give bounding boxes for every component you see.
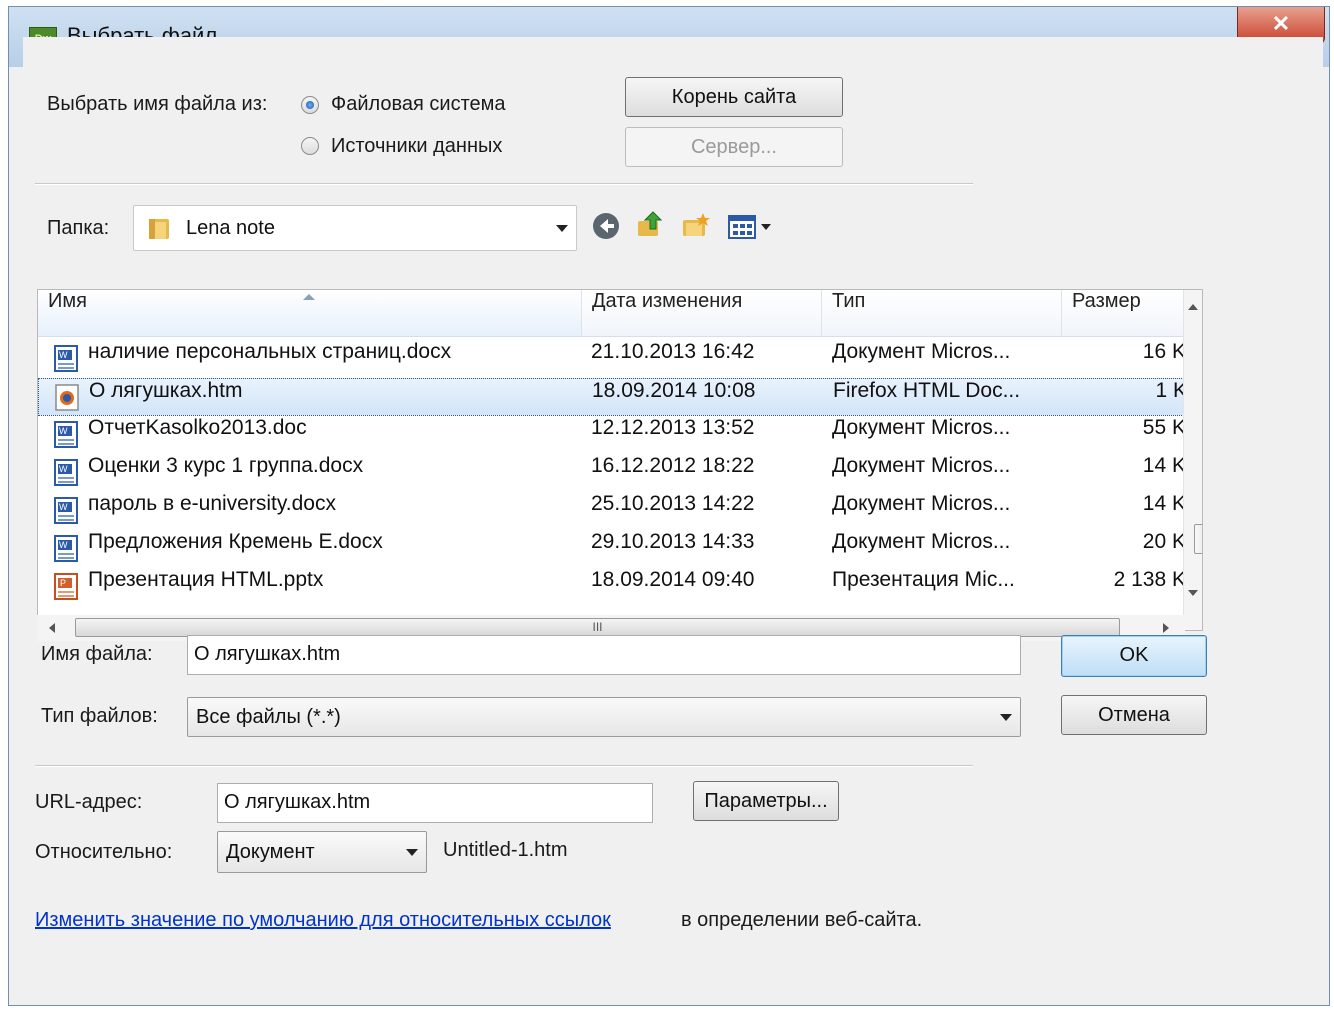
folder-label: Папка: [47,217,110,239]
url-label: URL-адрес: [35,791,143,813]
file-type: Документ Micros... [832,492,1011,515]
params-button[interactable]: Параметры... [693,781,839,821]
site-root-button[interactable]: Корень сайта [625,77,843,117]
filename-input[interactable]: О лягушках.htm [187,635,1021,675]
column-header-date[interactable]: Дата изменения [582,290,822,336]
column-header-type[interactable]: Тип [822,290,1062,336]
scroll-right-icon[interactable] [1163,623,1171,633]
file-date: 29.10.2013 14:33 [591,530,755,553]
dialog-body: Выбрать имя файла из: Файловая система И… [23,37,1323,999]
server-button[interactable]: Сервер... [625,127,843,167]
cancel-button[interactable]: Отмена [1061,695,1207,735]
file-row[interactable]: W Предложения Кремень Е.docx 29.10.2013 … [38,530,1186,568]
file-name: Оценки 3 курс 1 группа.docx [88,454,364,477]
file-type: Документ Micros... [832,340,1011,363]
file-list[interactable]: Имя Дата изменения Тип Размер W наличие … [37,289,1203,631]
scroll-up-icon[interactable] [1188,302,1198,310]
file-row[interactable]: W ОтчетKasolko2013.doc 12.12.2013 13:52 … [38,416,1186,454]
chevron-down-icon [556,225,568,232]
filename-label: Имя файла: [41,643,153,665]
svg-text:W: W [59,464,68,474]
footer-text: в определении веб-сайта. [681,909,923,931]
folder-icon [149,219,169,239]
folder-value: Lena note [186,217,275,239]
source-label: Выбрать имя файла из: [47,93,268,115]
vertical-scrollbar[interactable] [1183,290,1202,630]
file-type: Презентация Mic... [832,568,1015,591]
file-row[interactable]: P Презентация HTML.pptx 18.09.2014 09:40… [38,568,1186,606]
view-menu-icon[interactable] [727,211,777,241]
back-icon[interactable] [591,211,621,241]
separator [35,183,973,185]
filetype-select[interactable]: Все файлы (*.*) [187,697,1021,737]
svg-text:W: W [59,350,68,360]
word-doc-icon: W [54,497,78,524]
filetype-label: Тип файлов: [41,705,158,727]
ok-button[interactable]: OK [1061,635,1207,677]
file-size: 14 K [1142,454,1186,477]
file-size: 2 138 K [1113,568,1186,591]
relative-value: Документ [226,841,315,863]
svg-text:W: W [59,540,68,550]
folder-select[interactable]: Lena note [133,205,577,251]
file-dialog: Dw Выбрать файл ✕ Выбрать имя файла из: … [8,6,1330,1006]
word-doc-icon: W [54,421,78,448]
filetype-value: Все файлы (*.*) [196,706,341,728]
file-name: ОтчетKasolko2013.doc [88,416,307,439]
file-name: Предложения Кремень Е.docx [88,530,383,553]
file-size: 1 K [1155,379,1187,402]
filesystem-radio[interactable] [301,96,319,114]
filesystem-radio-label[interactable]: Файловая система [331,93,506,116]
file-name: наличие персональных страниц.docx [88,340,452,363]
chevron-down-icon [1000,714,1012,721]
file-name: О лягушках.htm [89,379,243,402]
file-date: 12.12.2013 13:52 [591,416,755,439]
file-row[interactable]: W пароль в e-university.docx 25.10.2013 … [38,492,1186,530]
file-size: 55 K [1142,416,1186,439]
file-date: 25.10.2013 14:22 [591,492,755,515]
file-date: 16.12.2012 18:22 [591,454,755,477]
scroll-left-icon[interactable] [47,623,55,633]
column-header-size[interactable]: Размер [1062,290,1186,336]
new-folder-icon[interactable] [681,211,711,241]
svg-text:W: W [59,502,68,512]
file-name: пароль в e-university.docx [88,492,336,515]
file-date: 21.10.2013 16:42 [591,340,755,363]
file-type: Документ Micros... [832,416,1011,439]
relative-links-settings-link[interactable]: Изменить значение по умолчанию для относ… [35,909,611,932]
datasources-radio-label[interactable]: Источники данных [331,135,502,158]
file-type: Документ Micros... [832,530,1011,553]
file-date: 18.09.2014 10:08 [592,379,756,402]
scroll-down-icon[interactable] [1188,590,1198,598]
file-size: 14 K [1142,492,1186,515]
relative-select[interactable]: Документ [217,831,427,873]
file-type: Firefox HTML Doc... [833,379,1021,402]
file-size: 20 K [1142,530,1186,553]
svg-text:P: P [60,578,66,588]
file-date: 18.09.2014 09:40 [591,568,755,591]
file-name: Презентация HTML.pptx [88,568,324,591]
separator [35,765,973,767]
file-row[interactable]: W Оценки 3 курс 1 группа.docx 16.12.2012… [38,454,1186,492]
sort-ascending-icon [303,294,315,300]
word-doc-icon: W [54,459,78,486]
relative-file-name: Untitled-1.htm [443,839,568,861]
word-doc-icon: W [54,535,78,562]
up-folder-icon[interactable] [635,209,665,239]
url-input[interactable]: О лягушках.htm [217,783,653,823]
file-size: 16 K [1142,340,1186,363]
chevron-down-icon [406,849,418,856]
file-type: Документ Micros... [832,454,1011,477]
word-doc-icon: W [54,345,78,372]
vertical-scroll-thumb[interactable] [1194,524,1202,554]
firefox-html-icon [55,384,79,411]
datasources-radio[interactable] [301,137,319,155]
relative-label: Относительно: [35,841,173,863]
file-row-selected[interactable]: О лягушках.htm 18.09.2014 10:08 Firefox … [38,378,1187,416]
file-row[interactable]: W наличие персональных страниц.docx 21.1… [38,340,1186,378]
powerpoint-icon: P [54,573,78,600]
file-list-header: Имя Дата изменения Тип Размер [38,290,1186,337]
svg-text:W: W [59,426,68,436]
